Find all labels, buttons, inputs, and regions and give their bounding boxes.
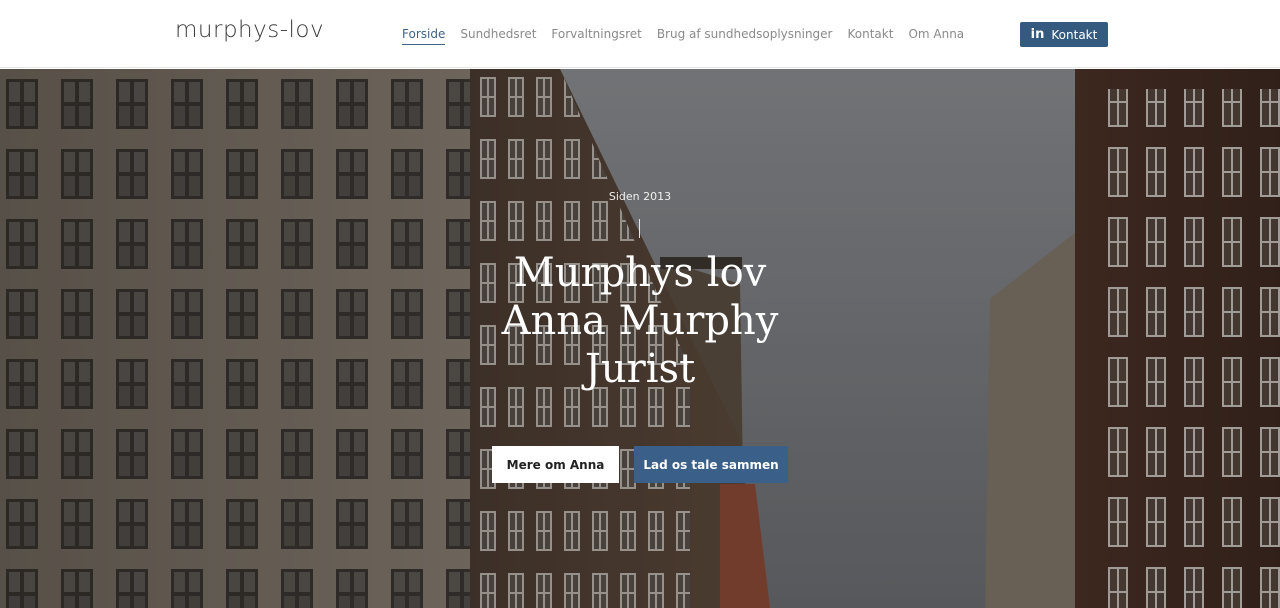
hero-title-line-3: Jurist xyxy=(584,346,696,392)
nav-item-forvaltningsret[interactable]: Forvaltningsret xyxy=(551,27,641,45)
linkedin-contact-button[interactable]: in Kontakt xyxy=(1020,22,1108,47)
nav-item-sundhedsret[interactable]: Sundhedsret xyxy=(460,27,536,45)
nav-item-kontakt[interactable]: Kontakt xyxy=(848,27,894,45)
linkedin-contact-label: Kontakt xyxy=(1051,27,1098,42)
since-label: Siden 2013 xyxy=(608,190,672,203)
site-header: murphys-lov Forside Sundhedsret Forvaltn… xyxy=(0,0,1280,68)
hero-title: Murphys lov Anna Murphy Jurist xyxy=(0,249,1280,393)
nav-item-brug-af-sundhedsoplysninger[interactable]: Brug af sundhedsoplysninger xyxy=(657,27,833,45)
hero-divider xyxy=(639,219,640,238)
hero-title-line-2: Anna Murphy xyxy=(501,298,779,344)
main-nav: Forside Sundhedsret Forvaltningsret Brug… xyxy=(402,27,964,45)
hero-title-line-1: Murphys lov xyxy=(513,250,767,296)
nav-item-om-anna[interactable]: Om Anna xyxy=(908,27,964,45)
site-logo[interactable]: murphys-lov xyxy=(175,17,324,43)
more-about-anna-button[interactable]: Mere om Anna xyxy=(492,446,619,483)
nav-item-forside[interactable]: Forside xyxy=(402,27,446,45)
hero-section: Siden 2013 Murphys lov Anna Murphy Juris… xyxy=(0,69,1280,608)
hero-content: Siden 2013 Murphys lov Anna Murphy Juris… xyxy=(0,69,1280,608)
lets-talk-button[interactable]: Lad os tale sammen xyxy=(634,446,788,483)
linkedin-icon: in xyxy=(1030,27,1045,42)
